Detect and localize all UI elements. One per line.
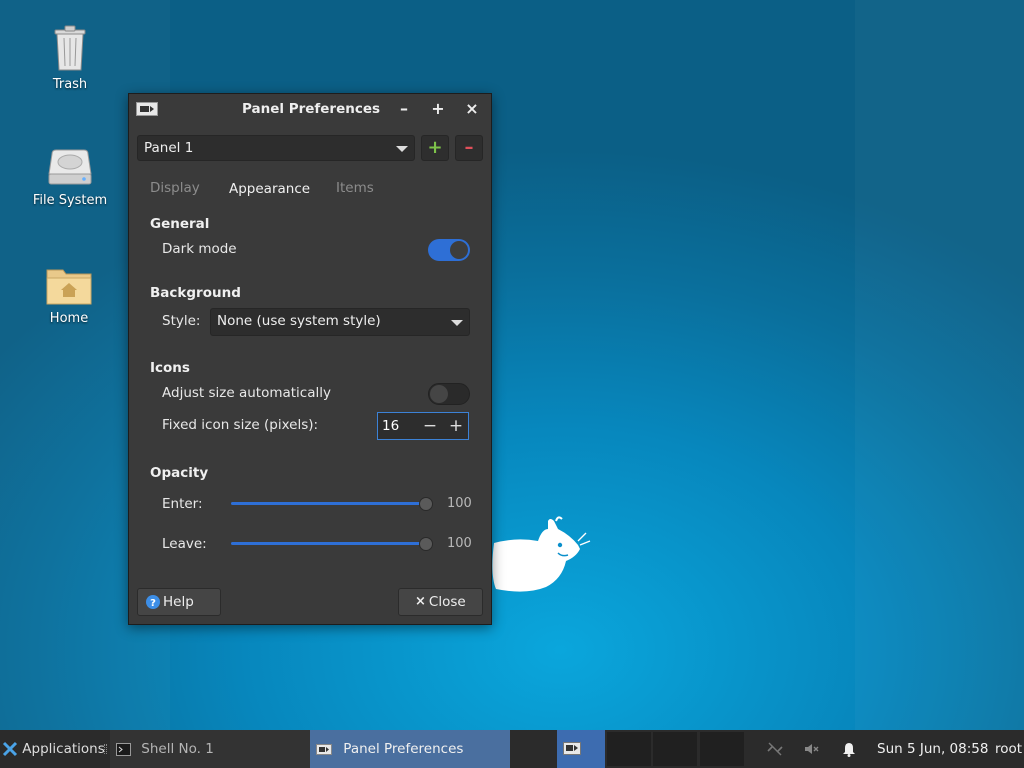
help-button[interactable]: ? Help xyxy=(137,588,221,616)
close-window-button[interactable]: × xyxy=(463,100,481,118)
adjust-size-label: Adjust size automatically xyxy=(162,385,331,401)
desktop-icon-trash[interactable]: Trash xyxy=(15,24,125,92)
task-shell[interactable]: Shell No. 1 xyxy=(110,730,310,768)
desktop-icon-home[interactable]: Home xyxy=(14,266,124,326)
terminal-icon xyxy=(116,742,131,756)
xfce-logo-icon xyxy=(2,741,18,757)
separator-handle xyxy=(104,744,107,754)
add-panel-button[interactable]: + xyxy=(421,135,449,161)
dark-mode-toggle[interactable] xyxy=(428,239,470,261)
enter-opacity-value: 100 xyxy=(447,496,472,511)
close-icon: × xyxy=(415,594,426,609)
style-label: Style: xyxy=(162,313,201,329)
desktop-icon-label: Trash xyxy=(52,77,88,92)
close-button[interactable]: × Close xyxy=(398,588,483,616)
desktop-icon-label: File System xyxy=(32,193,108,208)
adjust-size-toggle[interactable] xyxy=(428,383,470,405)
workspace-2[interactable] xyxy=(607,732,651,766)
slider-handle[interactable] xyxy=(419,537,433,551)
panel-select[interactable]: Panel 1 xyxy=(137,135,415,161)
drive-icon xyxy=(48,149,92,185)
decrement-button[interactable]: − xyxy=(420,416,440,436)
task-label: Panel Preferences xyxy=(343,741,464,757)
show-desktop-button[interactable] xyxy=(557,730,605,768)
minimize-button[interactable]: – xyxy=(395,100,413,118)
remove-panel-button[interactable]: – xyxy=(455,135,483,161)
leave-opacity-slider[interactable] xyxy=(231,537,433,551)
trash-icon xyxy=(54,25,86,71)
home-folder-icon xyxy=(46,269,92,305)
chevron-down-icon xyxy=(396,146,408,152)
icon-size-spinbox[interactable]: 16 − + xyxy=(377,412,469,440)
tab-appearance[interactable]: Appearance xyxy=(229,181,310,197)
maximize-button[interactable]: + xyxy=(429,100,447,118)
task-panel-preferences[interactable]: Panel Preferences xyxy=(310,730,510,768)
increment-button[interactable]: + xyxy=(446,416,466,436)
network-disconnected-icon[interactable] xyxy=(766,741,784,757)
background-style-select[interactable]: None (use system style) xyxy=(210,308,470,336)
workspace-4[interactable] xyxy=(700,732,744,766)
notification-bell-icon[interactable] xyxy=(841,741,857,757)
user-name[interactable]: root xyxy=(995,730,1022,768)
panel-select-value: Panel 1 xyxy=(144,140,194,156)
panel-app-icon xyxy=(316,743,332,755)
close-button-label: Close xyxy=(428,594,466,610)
desktop-icon-label: Home xyxy=(49,311,89,326)
background-style-value: None (use system style) xyxy=(217,313,381,329)
fixed-icon-size-label: Fixed icon size (pixels): xyxy=(162,417,319,433)
dark-mode-label: Dark mode xyxy=(162,241,237,257)
help-button-label: Help xyxy=(163,594,194,610)
tab-display[interactable]: Display xyxy=(150,180,200,196)
slider-handle[interactable] xyxy=(419,497,433,511)
titlebar[interactable]: Panel Preferences – + × xyxy=(129,94,491,124)
leave-label: Leave: xyxy=(162,536,207,552)
workspace-3[interactable] xyxy=(653,732,697,766)
icon-size-value[interactable]: 16 xyxy=(382,418,399,434)
help-icon: ? xyxy=(146,595,160,609)
panel-preferences-window: Panel Preferences – + × Panel 1 + – Disp… xyxy=(128,93,492,625)
section-background-heading: Background xyxy=(150,285,241,301)
desktop-icon-filesystem[interactable]: File System xyxy=(15,148,125,208)
taskbar: Applications Shell No. 1 Panel Preferenc… xyxy=(0,730,1024,768)
enter-opacity-slider[interactable] xyxy=(231,497,433,511)
clock[interactable]: Sun 5 Jun, 08:58 xyxy=(877,730,988,768)
section-opacity-heading: Opacity xyxy=(150,465,209,481)
volume-muted-icon[interactable] xyxy=(803,741,821,757)
section-icons-heading: Icons xyxy=(150,360,190,376)
leave-opacity-value: 100 xyxy=(447,536,472,551)
tab-items[interactable]: Items xyxy=(336,180,374,196)
xfce-mouse-icon xyxy=(492,516,591,592)
enter-label: Enter: xyxy=(162,496,203,512)
svg-text:?: ? xyxy=(150,598,156,609)
applications-menu-button[interactable]: Applications xyxy=(2,730,105,768)
chevron-down-icon xyxy=(451,320,463,326)
panel-app-icon xyxy=(563,742,581,755)
applications-label: Applications xyxy=(22,741,105,757)
section-general-heading: General xyxy=(150,216,210,232)
task-label: Shell No. 1 xyxy=(141,741,214,757)
